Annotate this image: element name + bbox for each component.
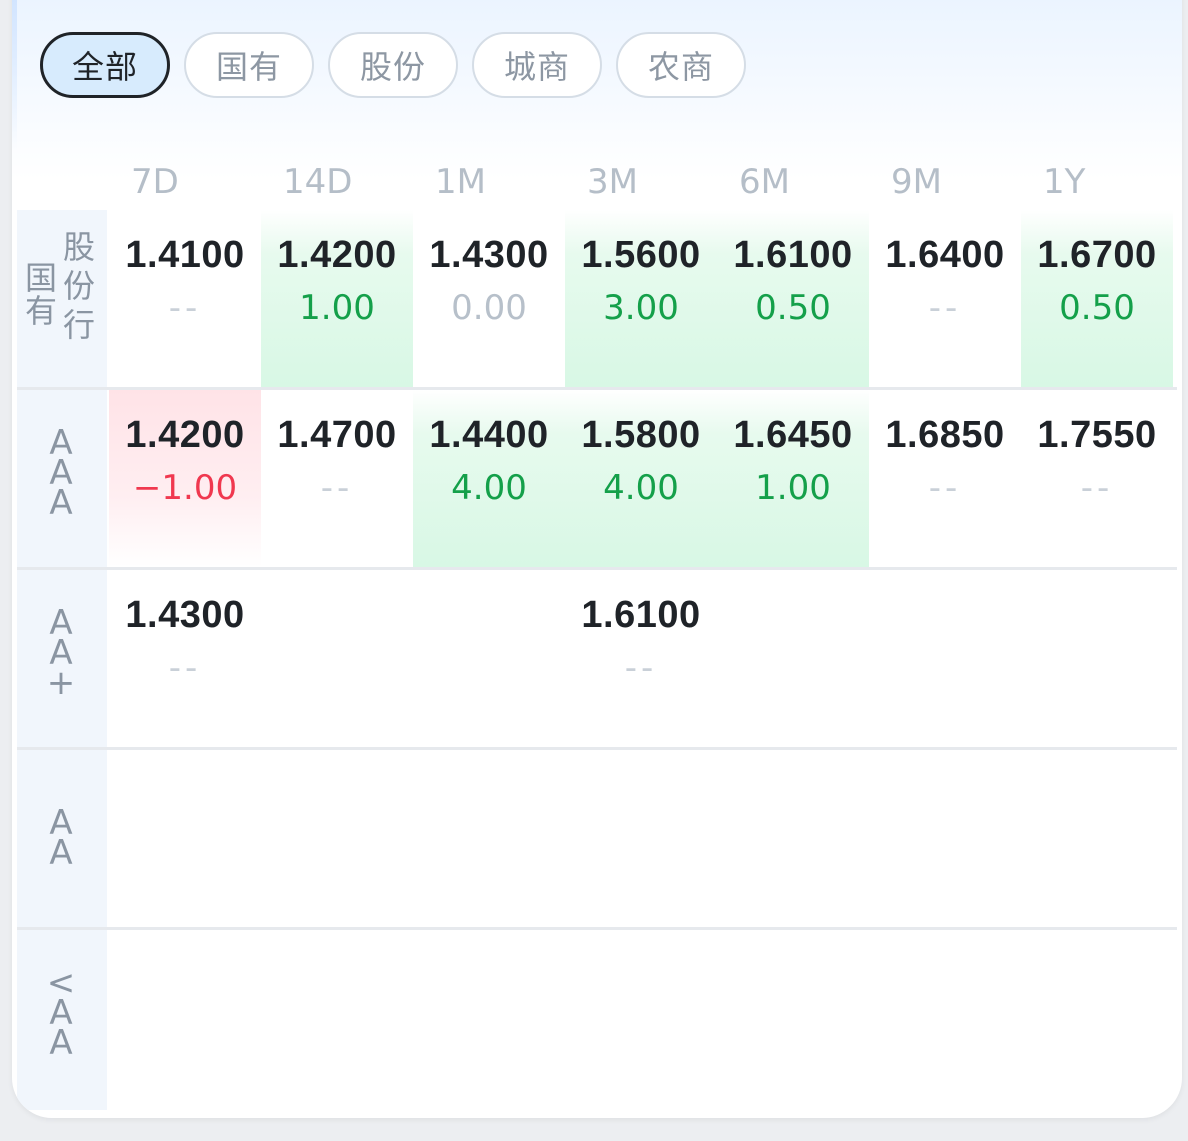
row-label-char: 有 bbox=[24, 292, 57, 330]
rate-grid: 国 有 股 份 行 1.4100 -- 1.4200 1.00 1.4300 0.00 1.… bbox=[17, 210, 1182, 1110]
rate-cell[interactable]: 1.6100 0.50 bbox=[717, 210, 869, 387]
rate-change: 1.00 bbox=[755, 468, 831, 508]
grid-row: A A A 1.4200 −1.00 1.4700 -- 1.4400 4.00 1.580… bbox=[17, 390, 1182, 570]
row-label-char: 份 bbox=[62, 267, 95, 305]
row-label-char: + bbox=[46, 663, 76, 703]
rate-value: 1.5800 bbox=[581, 414, 701, 456]
rate-cell[interactable]: 1.6850 -- bbox=[869, 390, 1021, 567]
row-label-text: A A + bbox=[41, 606, 81, 703]
row-label-left-text: 国 有 bbox=[23, 262, 59, 328]
card-edge-accent bbox=[12, 0, 17, 150]
rate-value: 1.6400 bbox=[885, 234, 1005, 276]
row-label-char: 国 bbox=[24, 259, 57, 297]
rate-cell[interactable]: 1.4400 4.00 bbox=[413, 390, 565, 567]
row-label-char: A bbox=[49, 833, 73, 873]
row-label-aaa: A A A bbox=[17, 390, 107, 570]
rate-change: 1.00 bbox=[299, 288, 375, 328]
row-label-state-joint-stock: 国 有 股 份 行 bbox=[17, 210, 107, 390]
row-label-text: < A A bbox=[41, 966, 81, 1063]
rate-value: 1.6700 bbox=[1037, 234, 1157, 276]
row-label-text: A A bbox=[41, 806, 81, 873]
rate-change: -- bbox=[928, 468, 962, 508]
column-header-7d: 7D bbox=[131, 162, 179, 202]
rate-change: 4.00 bbox=[451, 468, 527, 508]
row-label-below-aa: < A A bbox=[17, 930, 107, 1110]
rate-cell[interactable]: 1.5800 4.00 bbox=[565, 390, 717, 567]
rate-change: 0.50 bbox=[1059, 288, 1135, 328]
row-label-text: A A A bbox=[41, 426, 81, 523]
rate-change: -- bbox=[320, 468, 354, 508]
column-header-6m: 6M bbox=[739, 162, 790, 202]
row-label-aa: A A bbox=[17, 750, 107, 930]
rate-value: 1.4700 bbox=[277, 414, 397, 456]
rate-cell[interactable]: 1.6700 0.50 bbox=[1021, 210, 1173, 387]
rate-change: −1.00 bbox=[132, 468, 238, 508]
bank-type-tabs: 全部 国有 股份 城商 农商 bbox=[40, 32, 746, 98]
rate-value: 1.6850 bbox=[885, 414, 1005, 456]
rate-cell[interactable]: 1.4700 -- bbox=[261, 390, 413, 567]
row-label-char: 行 bbox=[62, 306, 95, 344]
rate-cell[interactable]: 1.6400 -- bbox=[869, 210, 1021, 387]
rate-cell[interactable]: 1.7550 -- bbox=[1021, 390, 1173, 567]
row-label-char: A bbox=[49, 1023, 73, 1063]
row-label-aa-plus: A A + bbox=[17, 570, 107, 750]
rate-change: 3.00 bbox=[603, 288, 679, 328]
grid-row: A A + 1.4300 -- 1.6100 -- bbox=[17, 570, 1182, 750]
rate-value: 1.6100 bbox=[733, 234, 853, 276]
column-header-14d: 14D bbox=[283, 162, 353, 202]
rate-value: 1.5600 bbox=[581, 234, 701, 276]
tab-city-commercial[interactable]: 城商 bbox=[472, 32, 602, 98]
rate-cell[interactable]: 1.4300 -- bbox=[109, 570, 261, 747]
rate-card: 全部 国有 股份 城商 农商 7D 14D 1M 3M 6M 9M 1Y 国 有… bbox=[12, 0, 1182, 1118]
rate-change: -- bbox=[928, 288, 962, 328]
rate-change: 4.00 bbox=[603, 468, 679, 508]
rate-value: 1.7550 bbox=[1037, 414, 1157, 456]
rate-value: 1.4300 bbox=[125, 594, 245, 636]
grid-row: 国 有 股 份 行 1.4100 -- 1.4200 1.00 1.4300 0.00 1.… bbox=[17, 210, 1182, 390]
rate-value: 1.6450 bbox=[733, 414, 853, 456]
row-label-char: A bbox=[49, 483, 73, 523]
tab-rural-commercial[interactable]: 农商 bbox=[616, 32, 746, 98]
rate-change: -- bbox=[624, 648, 658, 688]
column-header-1m: 1M bbox=[435, 162, 486, 202]
rate-value: 1.4400 bbox=[429, 414, 549, 456]
column-header-3m: 3M bbox=[587, 162, 638, 202]
rate-cell[interactable]: 1.5600 3.00 bbox=[565, 210, 717, 387]
rate-change: 0.50 bbox=[755, 288, 831, 328]
rate-change: -- bbox=[1080, 468, 1114, 508]
tab-joint-stock[interactable]: 股份 bbox=[328, 32, 458, 98]
row-label-right-text: 股 份 行 bbox=[61, 228, 97, 345]
tenor-header-row: 7D 14D 1M 3M 6M 9M 1Y bbox=[107, 162, 1172, 202]
rate-value: 1.4100 bbox=[125, 234, 245, 276]
rate-change: -- bbox=[168, 288, 202, 328]
rate-cell[interactable]: 1.4200 −1.00 bbox=[109, 390, 261, 567]
rate-value: 1.6100 bbox=[581, 594, 701, 636]
rate-cell[interactable]: 1.6100 -- bbox=[565, 570, 717, 747]
tab-state-owned[interactable]: 国有 bbox=[184, 32, 314, 98]
rate-change: -- bbox=[168, 648, 202, 688]
rate-value: 1.4200 bbox=[277, 234, 397, 276]
column-header-1y: 1Y bbox=[1043, 162, 1086, 202]
tab-all[interactable]: 全部 bbox=[40, 32, 170, 98]
column-header-9m: 9M bbox=[891, 162, 942, 202]
rate-cell[interactable]: 1.4100 -- bbox=[109, 210, 261, 387]
rate-change: 0.00 bbox=[451, 288, 527, 328]
row-label-char: 股 bbox=[62, 228, 95, 266]
rate-cell[interactable]: 1.4300 0.00 bbox=[413, 210, 565, 387]
rate-value: 1.4200 bbox=[125, 414, 245, 456]
rate-value: 1.4300 bbox=[429, 234, 549, 276]
grid-row: A A bbox=[17, 750, 1182, 930]
rate-cell[interactable]: 1.6450 1.00 bbox=[717, 390, 869, 567]
rate-cell[interactable]: 1.4200 1.00 bbox=[261, 210, 413, 387]
grid-row: < A A bbox=[17, 930, 1182, 1110]
